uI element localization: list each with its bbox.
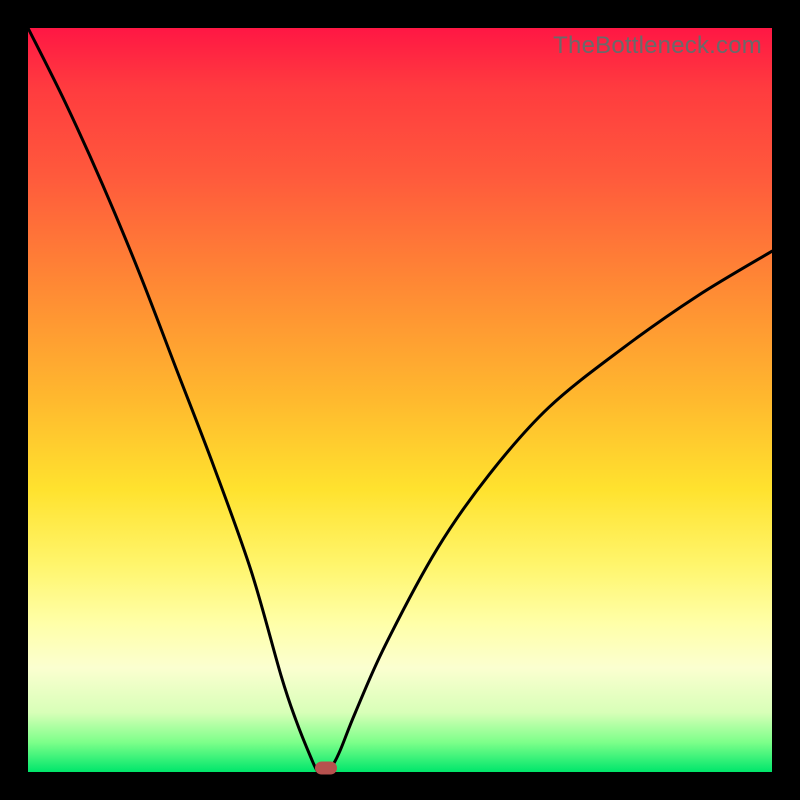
- bottleneck-curve-path: [28, 28, 772, 773]
- curve-svg: [28, 28, 772, 772]
- outer-frame: TheBottleneck.com: [0, 0, 800, 800]
- optimal-point-marker: [315, 762, 337, 775]
- plot-area: TheBottleneck.com: [28, 28, 772, 772]
